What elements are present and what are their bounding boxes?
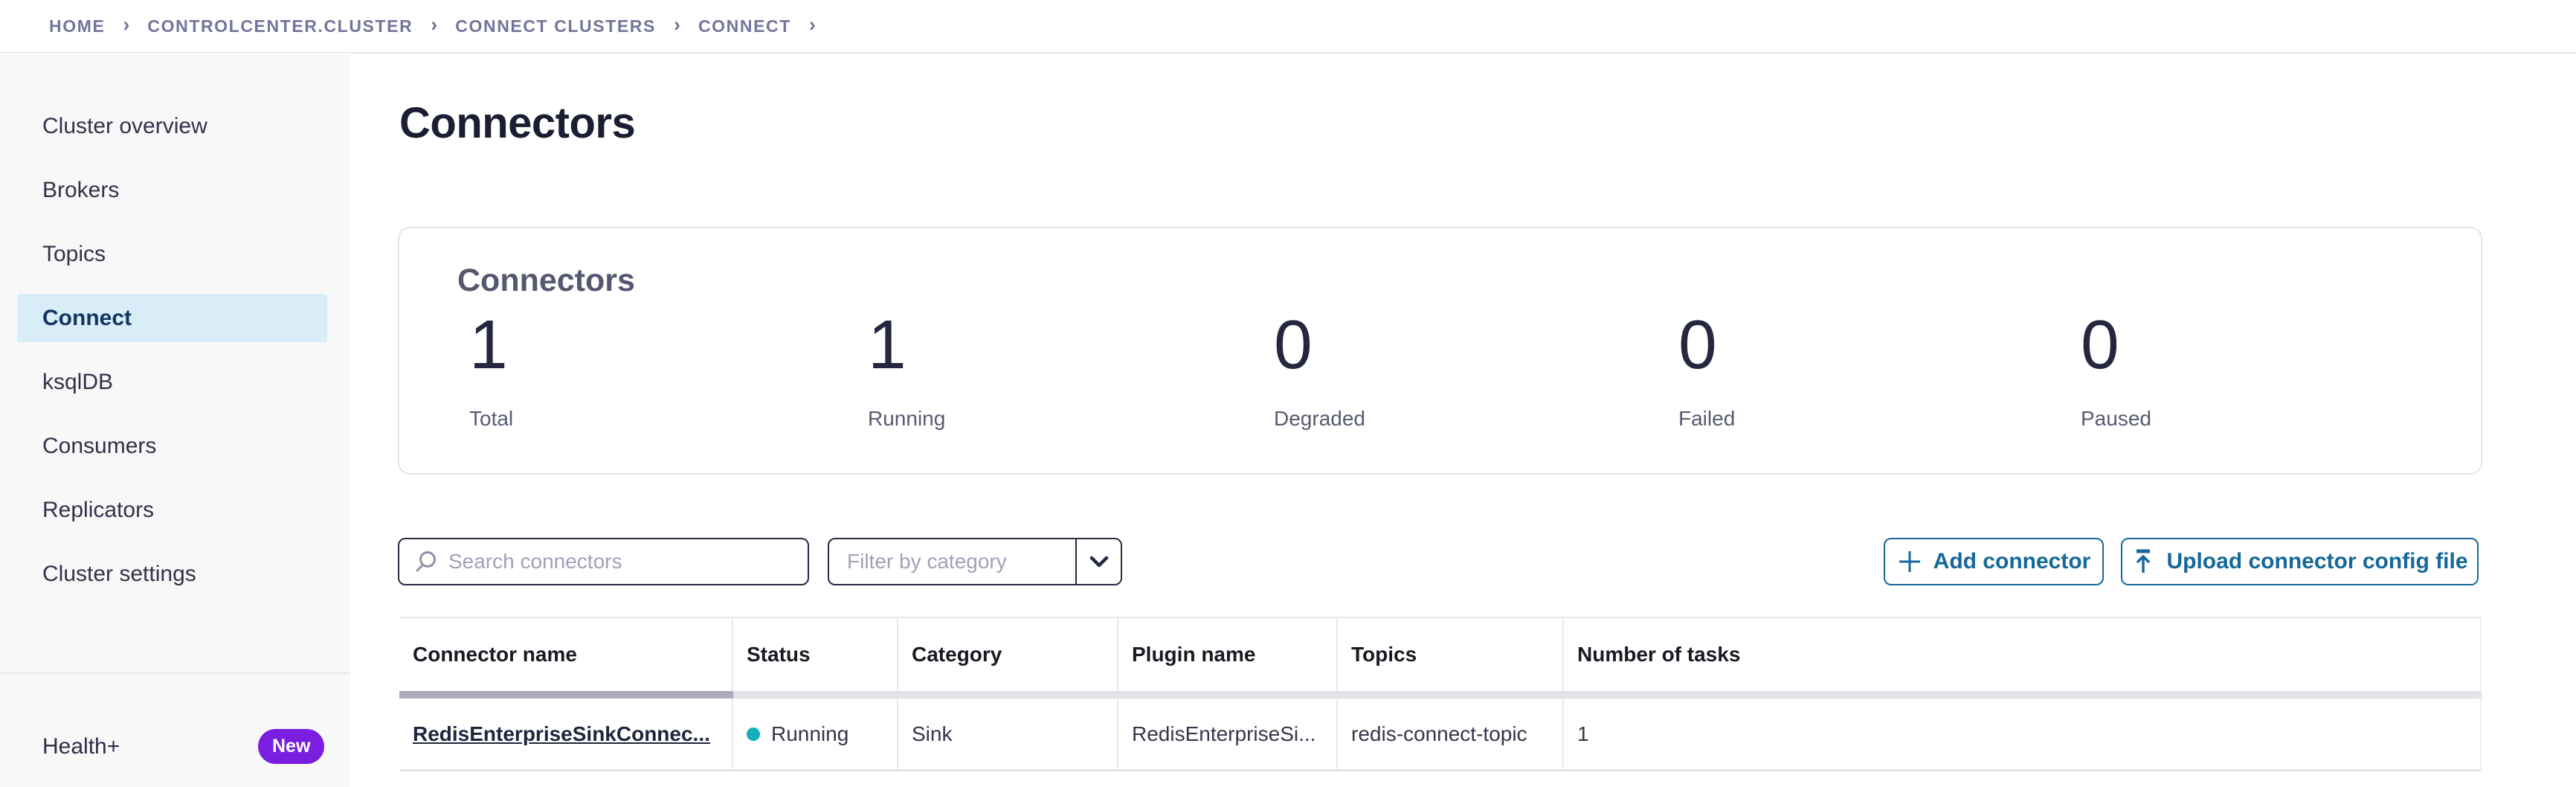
cell-category: Sink [898, 698, 1118, 769]
upload-icon [2131, 548, 2155, 575]
sidebar-divider [0, 672, 350, 674]
sidebar-item-topics[interactable]: Topics [0, 230, 350, 278]
col-header-topics[interactable]: Topics [1338, 618, 1564, 691]
table-row: RedisEnterpriseSinkConnec... Running Sin… [399, 698, 2482, 771]
cell-connector-name: RedisEnterpriseSinkConnec... [399, 698, 733, 769]
cell-plugin-name: RedisEnterpriseSi... [1118, 698, 1338, 769]
dropdown-caret-segment[interactable] [1075, 539, 1121, 584]
chevron-down-icon [1089, 556, 1109, 568]
stat-failed-label: Failed [1678, 407, 1735, 431]
sidebar: Cluster overview Brokers Topics Connect … [0, 55, 350, 787]
page-title: Connectors [399, 98, 635, 148]
chevron-right-icon: › [674, 15, 680, 37]
add-connector-button[interactable]: Add connector [1884, 538, 2104, 585]
connector-name-link[interactable]: RedisEnterpriseSinkConnec... [413, 722, 710, 746]
sorted-column-indicator [399, 691, 733, 698]
plugin-name-text: RedisEnterpriseSi... [1132, 722, 1316, 746]
running-status-dot-icon [747, 727, 760, 741]
chevron-right-icon: › [123, 15, 129, 37]
breadcrumb-connect-clusters[interactable]: CONNECT CLUSTERS [455, 16, 656, 36]
cell-number-of-tasks: 1 [1564, 698, 2482, 769]
breadcrumb-connect[interactable]: CONNECT [698, 16, 791, 36]
header-underline-rest [733, 691, 2482, 698]
sidebar-item-healthplus[interactable]: Health+ New [0, 722, 350, 771]
col-header-number-of-tasks[interactable]: Number of tasks [1564, 618, 2482, 691]
col-header-category[interactable]: Category [898, 618, 1118, 691]
search-input[interactable] [448, 550, 776, 574]
stat-paused-value: 0 [2081, 309, 2119, 382]
stat-running-label: Running [868, 407, 945, 431]
topics-text: redis-connect-topic [1351, 722, 1527, 746]
tasks-count-text: 1 [1577, 722, 1589, 746]
col-header-connector-name[interactable]: Connector name [399, 618, 733, 691]
breadcrumb: HOME › CONTROLCENTER.CLUSTER › CONNECT C… [49, 15, 816, 37]
col-header-status[interactable]: Status [733, 618, 898, 691]
search-connectors-box [398, 538, 809, 585]
stat-total-value: 1 [469, 309, 508, 382]
sidebar-item-brokers[interactable]: Brokers [0, 166, 350, 214]
stat-paused-label: Paused [2081, 407, 2151, 431]
new-badge: New [258, 729, 324, 764]
col-header-plugin-name[interactable]: Plugin name [1118, 618, 1338, 691]
search-icon [413, 548, 439, 575]
connectors-summary-card: Connectors 1 Total 1 Running 0 Degraded … [398, 227, 2482, 475]
breadcrumb-cluster[interactable]: CONTROLCENTER.CLUSTER [147, 16, 413, 36]
sidebar-item-cluster-settings[interactable]: Cluster settings [0, 550, 350, 598]
summary-card-title: Connectors [457, 263, 635, 299]
breadcrumb-home[interactable]: HOME [49, 16, 105, 36]
plus-icon [1897, 549, 1922, 574]
stat-failed-value: 0 [1678, 309, 1717, 382]
stat-total-label: Total [469, 407, 513, 431]
status-text: Running [771, 722, 849, 746]
chevron-right-icon: › [809, 15, 816, 37]
breadcrumb-bar: HOME › CONTROLCENTER.CLUSTER › CONNECT C… [0, 0, 2576, 54]
cell-status: Running [733, 698, 898, 769]
chevron-right-icon: › [431, 15, 437, 37]
cell-topics: redis-connect-topic [1338, 698, 1564, 769]
upload-connector-label: Upload connector config file [2166, 549, 2467, 574]
stat-degraded-value: 0 [1274, 309, 1313, 382]
filter-placeholder: Filter by category [829, 539, 1075, 584]
sidebar-item-replicators[interactable]: Replicators [0, 486, 350, 534]
sidebar-nav: Cluster overview Brokers Topics Connect … [0, 55, 350, 598]
sidebar-item-ksqldb[interactable]: ksqlDB [0, 358, 350, 406]
table-header-underline [399, 691, 2482, 698]
table-header: Connector name Status Category Plugin na… [399, 618, 2482, 691]
add-connector-label: Add connector [1933, 549, 2091, 574]
healthplus-label: Health+ [0, 734, 120, 759]
stat-running-value: 1 [868, 309, 907, 382]
filter-by-category-dropdown[interactable]: Filter by category [828, 538, 1122, 585]
upload-connector-config-button[interactable]: Upload connector config file [2121, 538, 2479, 585]
sidebar-item-cluster-overview[interactable]: Cluster overview [0, 102, 350, 150]
category-text: Sink [912, 722, 952, 746]
sidebar-item-consumers[interactable]: Consumers [0, 422, 350, 470]
stat-degraded-label: Degraded [1274, 407, 1365, 431]
sidebar-item-connect[interactable]: Connect [17, 294, 327, 342]
